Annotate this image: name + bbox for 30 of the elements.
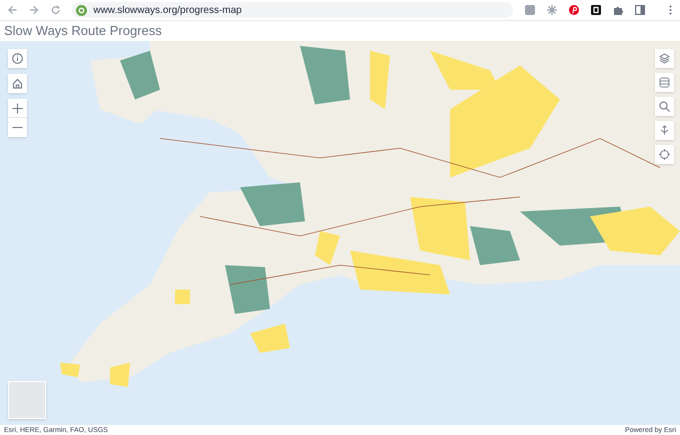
layers-button[interactable] (655, 49, 674, 68)
target-button[interactable] (655, 145, 674, 164)
site-icon (76, 4, 88, 16)
crosshair-icon (659, 149, 670, 160)
info-button[interactable] (8, 49, 27, 68)
sparkle-icon[interactable] (547, 5, 558, 15)
address-bar[interactable]: www.slowways.org/progress-map (72, 2, 514, 18)
locate-button[interactable] (655, 121, 674, 140)
reload-icon[interactable] (50, 5, 60, 15)
info-icon (12, 53, 23, 64)
pin-icon[interactable] (569, 5, 580, 15)
home-button[interactable] (8, 74, 27, 93)
back-arrow-icon[interactable] (8, 5, 18, 15)
zoom-in-button[interactable] (8, 99, 27, 118)
more-icon[interactable] (669, 5, 672, 15)
legend-button[interactable] (655, 73, 674, 92)
page-title: Slow Ways Route Progress (4, 22, 162, 40)
extension-icon[interactable] (591, 5, 602, 15)
plus-icon (12, 102, 23, 114)
search-button[interactable] (655, 97, 674, 116)
layers-icon (659, 53, 670, 64)
search-icon (659, 101, 670, 112)
navigation-arrows-icon (659, 125, 670, 136)
forward-arrow-icon[interactable] (29, 5, 39, 15)
zoom-out-button[interactable] (8, 118, 27, 137)
home-icon (12, 78, 23, 89)
puzzle-icon[interactable] (613, 5, 624, 15)
list-icon (659, 77, 670, 88)
sidebar-icon[interactable] (635, 5, 646, 15)
url-text: www.slowways.org/progress-map (93, 4, 242, 18)
